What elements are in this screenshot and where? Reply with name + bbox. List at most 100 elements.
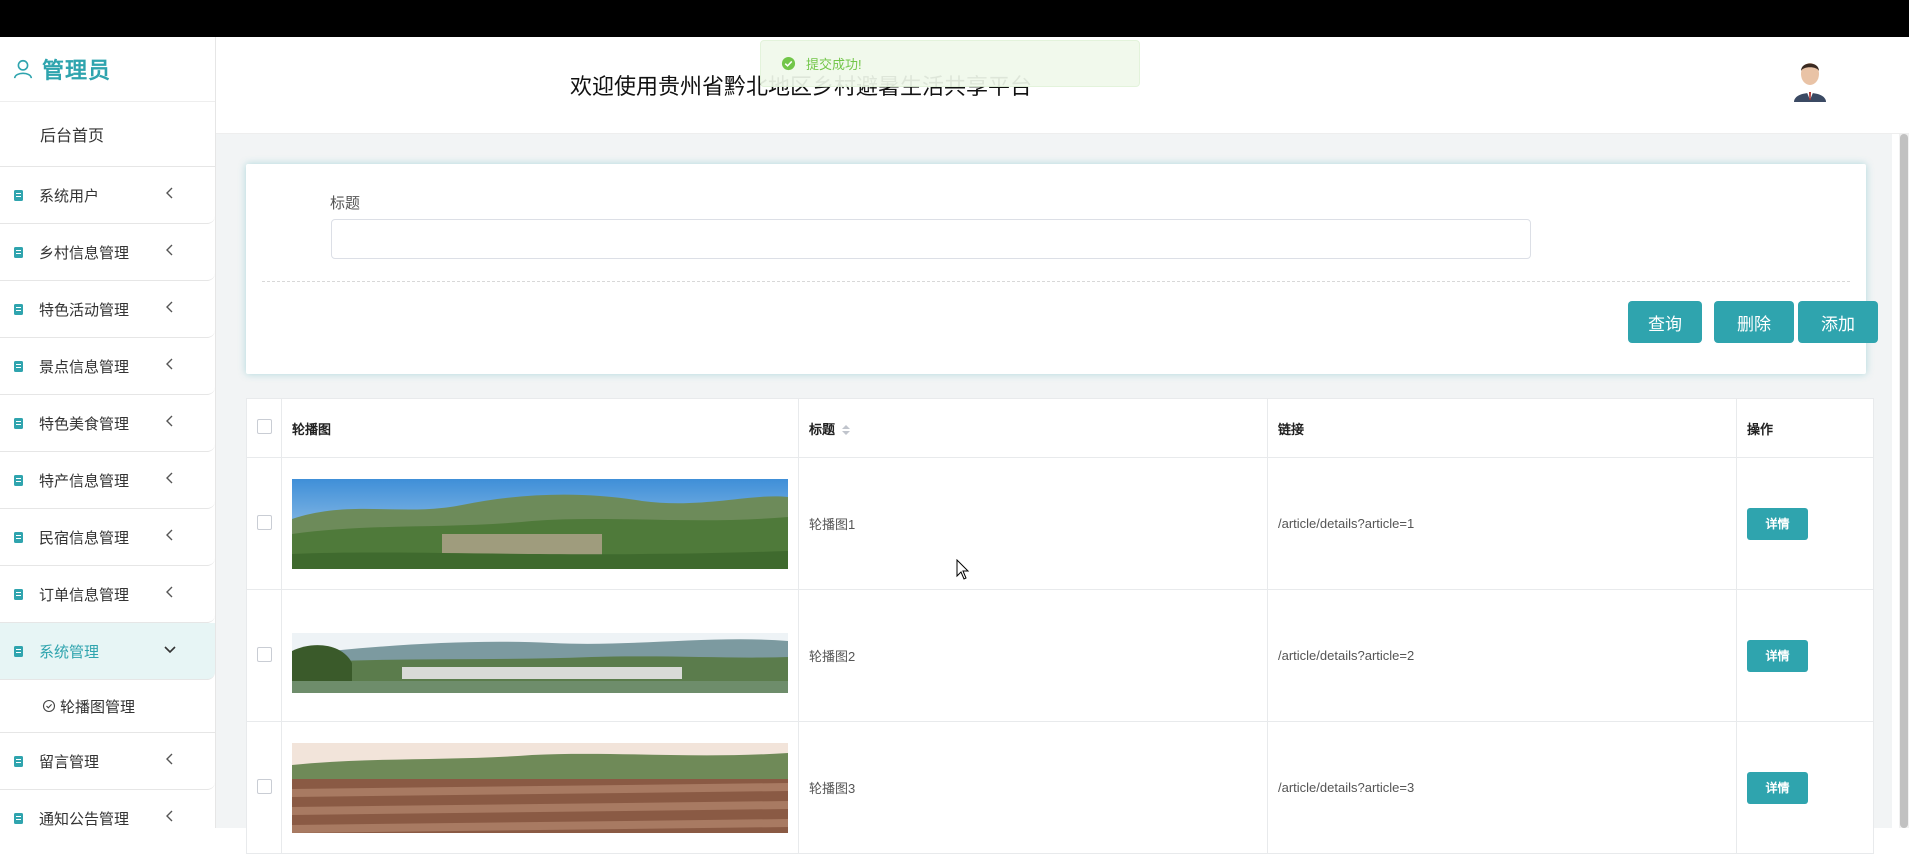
document-icon [14,303,23,315]
query-button[interactable]: 查询 [1628,301,1702,343]
sidebar: 管理员 后台首页 系统用户 乡村信息管理 特色活动管理 景点信息管理 特色美食管… [0,37,216,828]
document-icon [14,246,23,258]
carousel-image-cell [281,457,799,590]
sidebar-item-home[interactable]: 后台首页 [0,102,215,167]
sidebar-item-label: 特色美食管理 [39,415,130,433]
document-icon [14,360,23,372]
column-header-image: 轮播图 [281,398,799,458]
table-row: 轮播图2 /article/details?article=2 详情 [246,589,1874,722]
chevron-left-icon [166,810,173,822]
document-icon [14,755,23,767]
document-icon [14,812,23,824]
sidebar-item-label: 系统用户 [39,187,100,205]
chevron-left-icon [166,529,173,541]
carousel-image-cell [281,721,799,854]
page-scrollbar[interactable] [1899,134,1909,828]
check-circle-icon [42,699,56,713]
chevron-left-icon [166,415,173,427]
document-icon [14,417,23,429]
row-action-cell: 详情 [1736,457,1874,590]
column-header-title[interactable]: 标题 [798,398,1268,458]
chevron-down-icon [164,646,176,654]
success-toast: 提交成功! [760,40,1140,87]
chevron-left-icon [166,358,173,370]
sidebar-item-label: 系统管理 [39,643,100,661]
column-header-action: 操作 [1736,398,1874,458]
row-link: /article/details?article=3 [1267,721,1737,854]
avatar[interactable] [1786,54,1834,102]
carousel-image [292,632,788,693]
user-icon [13,59,33,79]
mouse-cursor-icon [956,559,970,580]
document-icon [14,189,23,201]
sidebar-item-system-management[interactable]: 系统管理 [0,623,215,680]
sidebar-brand: 管理员 [0,37,215,102]
select-all-cell [246,398,282,458]
chevron-left-icon [166,586,173,598]
sidebar-item-specialties[interactable]: 特产信息管理 [0,452,215,509]
carousel-image [292,478,788,569]
carousel-image-cell [281,589,799,722]
row-checkbox-cell [246,457,282,590]
sort-icon[interactable] [841,424,851,436]
top-black-bar [0,0,1909,37]
sidebar-item-food[interactable]: 特色美食管理 [0,395,215,452]
carousel-image [292,742,788,833]
sidebar-item-village-info[interactable]: 乡村信息管理 [0,224,215,281]
table-row: 轮播图3 /article/details?article=3 详情 [246,721,1874,854]
document-icon [14,645,23,657]
chevron-left-icon [166,472,173,484]
table-header-row: 轮播图 标题 链接 操作 [246,398,1874,458]
document-icon [14,588,23,600]
sidebar-item-notices[interactable]: 通知公告管理 [0,790,215,828]
carousel-table: 轮播图 标题 链接 操作 轮播图1 /article/details?artic… [246,398,1874,854]
sidebar-item-label: 乡村信息管理 [39,244,130,262]
chevron-left-icon [166,301,173,313]
chevron-left-icon [166,187,173,199]
add-button[interactable]: 添加 [1798,301,1878,343]
row-action-cell: 详情 [1736,589,1874,722]
scrollbar-thumb[interactable] [1900,134,1908,828]
sidebar-subitem-label: 轮播图管理 [60,698,136,716]
delete-button[interactable]: 删除 [1714,301,1794,343]
divider [262,281,1850,282]
success-check-icon [781,56,796,71]
detail-button[interactable]: 详情 [1747,771,1808,804]
row-checkbox[interactable] [256,514,272,530]
row-link: /article/details?article=1 [1267,457,1737,590]
sidebar-item-activities[interactable]: 特色活动管理 [0,281,215,338]
sidebar-subitem-carousel[interactable]: 轮播图管理 [0,680,215,733]
select-all-checkbox[interactable] [256,419,272,434]
sidebar-item-label: 特产信息管理 [39,472,130,490]
column-header-link: 链接 [1267,398,1737,458]
sidebar-item-system-users[interactable]: 系统用户 [0,167,215,224]
row-checkbox[interactable] [256,778,272,794]
document-icon [14,531,23,543]
sidebar-item-homestays[interactable]: 民宿信息管理 [0,509,215,566]
chevron-left-icon [166,753,173,765]
sidebar-item-messages[interactable]: 留言管理 [0,733,215,790]
title-search-input[interactable] [331,219,1531,259]
sidebar-item-label: 订单信息管理 [39,586,130,604]
column-title-label: 标题 [809,421,836,437]
brand-title: 管理员 [42,58,112,83]
sidebar-item-label: 特色活动管理 [39,301,130,319]
search-panel: 标题 查询 删除 添加 [246,164,1878,374]
sidebar-item-label: 景点信息管理 [39,358,130,376]
detail-button[interactable]: 详情 [1747,507,1808,540]
row-link: /article/details?article=2 [1267,589,1737,722]
sidebar-item-label: 通知公告管理 [39,810,130,828]
table-row: 轮播图1 /article/details?article=1 详情 [246,457,1874,590]
sidebar-item-orders[interactable]: 订单信息管理 [0,566,215,623]
row-checkbox[interactable] [256,646,272,662]
sidebar-item-label: 民宿信息管理 [39,529,130,547]
row-title: 轮播图3 [798,721,1268,854]
title-field-label: 标题 [330,195,361,212]
detail-button[interactable]: 详情 [1747,639,1808,672]
document-icon [14,474,23,486]
row-checkbox-cell [246,721,282,854]
toast-message: 提交成功! [806,57,862,72]
row-action-cell: 详情 [1736,721,1874,854]
sidebar-item-scenic-spots[interactable]: 景点信息管理 [0,338,215,395]
row-title: 轮播图2 [798,589,1268,722]
